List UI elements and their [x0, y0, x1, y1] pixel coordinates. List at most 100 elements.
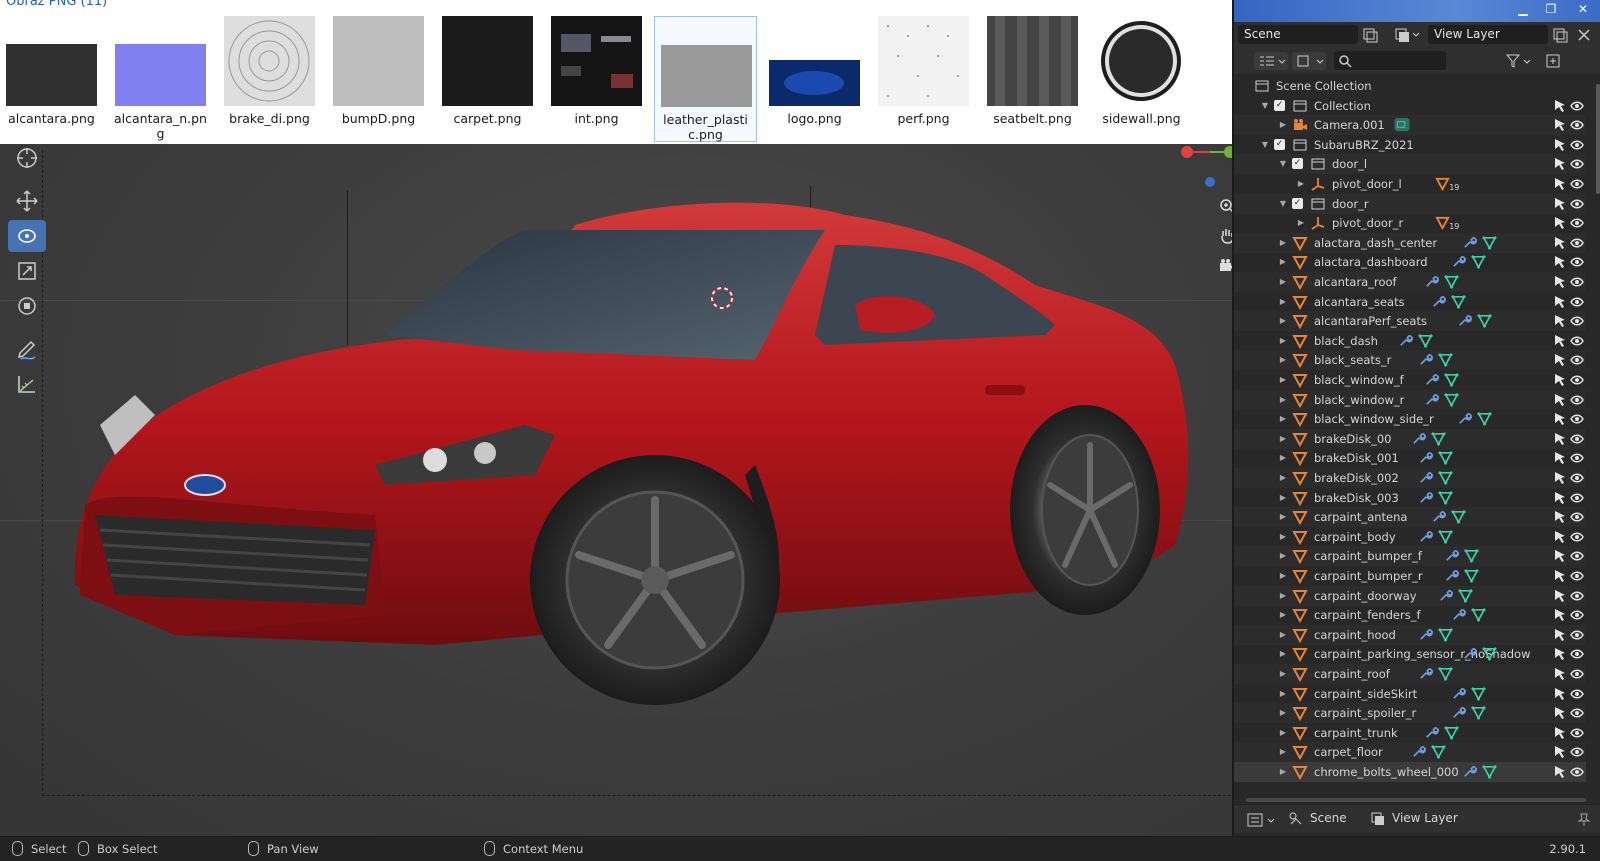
visibility-eye-icon[interactable] — [1570, 570, 1584, 582]
expand-arrow-icon[interactable]: ▶ — [1278, 370, 1288, 390]
expand-arrow-icon[interactable]: ▶ — [1278, 390, 1288, 410]
selectable-arrow-icon[interactable] — [1554, 197, 1566, 211]
expand-arrow-icon[interactable]: ▶ — [1278, 331, 1288, 351]
expand-arrow-icon[interactable]: ▶ — [1278, 684, 1288, 704]
mesh-data-icon[interactable] — [1438, 666, 1453, 681]
expand-arrow-icon[interactable]: ▶ — [1278, 429, 1288, 449]
file-item[interactable]: int.png — [545, 16, 648, 142]
expand-arrow-icon[interactable]: ▶ — [1278, 468, 1288, 488]
outliner-horizontal-scrollbar[interactable] — [1246, 798, 1586, 802]
selectable-arrow-icon[interactable] — [1554, 393, 1566, 407]
visibility-eye-icon[interactable] — [1570, 648, 1584, 660]
properties-scene-label[interactable]: Scene — [1310, 811, 1347, 825]
visibility-eye-icon[interactable] — [1570, 531, 1584, 543]
mesh-data-icon[interactable] — [1431, 744, 1446, 760]
exclude-checkbox[interactable]: ✓ — [1274, 138, 1285, 150]
expand-arrow-icon[interactable]: ▶ — [1278, 488, 1288, 508]
expand-arrow-icon[interactable]: ▶ — [1278, 409, 1288, 429]
selectable-arrow-icon[interactable] — [1554, 118, 1566, 132]
modifier-wrench-icon[interactable] — [1424, 274, 1440, 289]
outliner-row[interactable]: ▶ carpaint_bumper_r — [1234, 566, 1586, 586]
axis-gizmo-icon[interactable] — [1175, 142, 1235, 192]
visibility-eye-icon[interactable] — [1570, 629, 1584, 641]
visibility-eye-icon[interactable] — [1570, 590, 1584, 602]
editor-type-icon[interactable] — [1246, 811, 1280, 829]
collapse-arrow-icon[interactable]: ▼ — [1278, 194, 1288, 214]
outliner-row[interactable]: ▶ alcantaraPerf_seats — [1234, 311, 1586, 332]
modifier-wrench-icon[interactable] — [1424, 392, 1440, 407]
outliner-row[interactable]: ▶ carpaint_parking_sensor_r_noShadow — [1234, 644, 1586, 664]
expand-arrow-icon[interactable]: ▶ — [1278, 115, 1288, 135]
visibility-eye-icon[interactable] — [1570, 727, 1584, 739]
selectable-arrow-icon[interactable] — [1554, 373, 1566, 387]
expand-arrow-icon[interactable]: ▶ — [1278, 292, 1288, 312]
file-item[interactable]: alcantara.png — [0, 16, 103, 142]
outliner-row[interactable]: ▼ ✓ door_r — [1234, 193, 1586, 214]
selectable-arrow-icon[interactable] — [1554, 765, 1566, 779]
modifier-wrench-icon[interactable] — [1424, 725, 1440, 740]
outliner-row[interactable]: ▼ ✓ SubaruBRZ_2021 — [1234, 135, 1586, 155]
outliner-row[interactable]: ▶ carpet_floor — [1234, 742, 1586, 763]
visibility-eye-icon[interactable] — [1570, 394, 1584, 406]
mesh-data-icon[interactable] — [1451, 509, 1466, 525]
modifier-wrench-icon[interactable] — [1418, 490, 1433, 505]
modifier-wrench-icon[interactable] — [1457, 411, 1473, 426]
selectable-arrow-icon[interactable] — [1554, 569, 1566, 583]
selectable-arrow-icon[interactable] — [1554, 471, 1566, 485]
modifier-wrench-icon[interactable] — [1418, 352, 1433, 367]
outliner-row[interactable]: ▼ ✓ Collection — [1234, 96, 1586, 116]
file-item[interactable]: carpet.png — [436, 16, 539, 142]
view-layer-selector[interactable]: View Layer — [1428, 25, 1548, 44]
mesh-data-icon[interactable] — [1438, 529, 1453, 544]
selectable-arrow-icon[interactable] — [1554, 491, 1566, 505]
modifier-wrench-icon[interactable] — [1451, 607, 1466, 622]
expand-arrow-icon[interactable]: ▶ — [1278, 762, 1288, 782]
modifier-wrench-icon[interactable] — [1418, 529, 1433, 544]
outliner-row[interactable]: ▼ ✓ door_l — [1234, 154, 1586, 175]
mesh-data-icon[interactable] — [1471, 607, 1486, 623]
new-scene-icon[interactable] — [1362, 27, 1378, 43]
visibility-eye-icon[interactable] — [1570, 746, 1584, 758]
outliner-row[interactable]: ▶ alcantara_seats — [1234, 292, 1586, 312]
mesh-data-icon[interactable] — [1431, 431, 1446, 446]
exclude-checkbox[interactable]: ✓ — [1292, 158, 1303, 170]
modifier-wrench-icon[interactable] — [1451, 705, 1466, 720]
outliner-row[interactable]: ▶ brakeDisk_00 — [1234, 428, 1586, 449]
properties-view-layer-label[interactable]: View Layer — [1392, 811, 1458, 825]
expand-arrow-icon[interactable]: ▶ — [1278, 527, 1288, 547]
remove-view-layer-icon[interactable] — [1576, 27, 1592, 43]
mesh-data-icon[interactable] — [1464, 548, 1479, 564]
outliner-row[interactable]: ▶ carpaint_doorway — [1234, 585, 1586, 606]
mesh-data-icon[interactable] — [1444, 274, 1459, 289]
outliner-row[interactable]: ▶ brakeDisk_003 — [1234, 488, 1586, 508]
file-item[interactable]: logo.png — [763, 16, 866, 142]
file-item[interactable]: perf.png — [872, 16, 975, 142]
selectable-arrow-icon[interactable] — [1554, 99, 1566, 113]
visibility-eye-icon[interactable] — [1570, 315, 1584, 327]
modifier-wrench-icon[interactable] — [1418, 470, 1433, 485]
modifier-wrench-icon[interactable] — [1398, 333, 1413, 348]
outliner-row[interactable]: ▶ pivot_door_r 19 — [1234, 213, 1586, 233]
visibility-eye-icon[interactable] — [1570, 452, 1584, 464]
modifier-wrench-icon[interactable] — [1418, 666, 1433, 681]
car-model[interactable] — [55, 185, 1235, 705]
visibility-eye-icon[interactable] — [1570, 433, 1584, 445]
selectable-arrow-icon[interactable] — [1554, 451, 1566, 465]
modifier-wrench-icon[interactable] — [1462, 646, 1477, 661]
rotate-tool[interactable] — [8, 220, 46, 252]
visibility-eye-icon[interactable] — [1570, 511, 1584, 523]
outliner-row[interactable]: ▶ Camera.001 — [1234, 115, 1586, 136]
mesh-data-icon[interactable] — [1438, 470, 1453, 485]
selectable-arrow-icon[interactable] — [1554, 353, 1566, 367]
selectable-arrow-icon[interactable] — [1554, 314, 1566, 328]
file-item[interactable]: brake_di.png — [218, 16, 321, 142]
modifier-wrench-icon[interactable] — [1444, 568, 1460, 583]
selectable-arrow-icon[interactable] — [1554, 549, 1566, 563]
visibility-eye-icon[interactable] — [1570, 256, 1584, 268]
collapse-arrow-icon[interactable]: ▼ — [1260, 96, 1270, 116]
selectable-arrow-icon[interactable] — [1554, 255, 1566, 269]
mesh-data-icon[interactable] — [1438, 450, 1453, 466]
selectable-arrow-icon[interactable] — [1554, 334, 1566, 348]
visibility-eye-icon[interactable] — [1570, 609, 1584, 621]
expand-arrow-icon[interactable]: ▶ — [1296, 213, 1306, 233]
